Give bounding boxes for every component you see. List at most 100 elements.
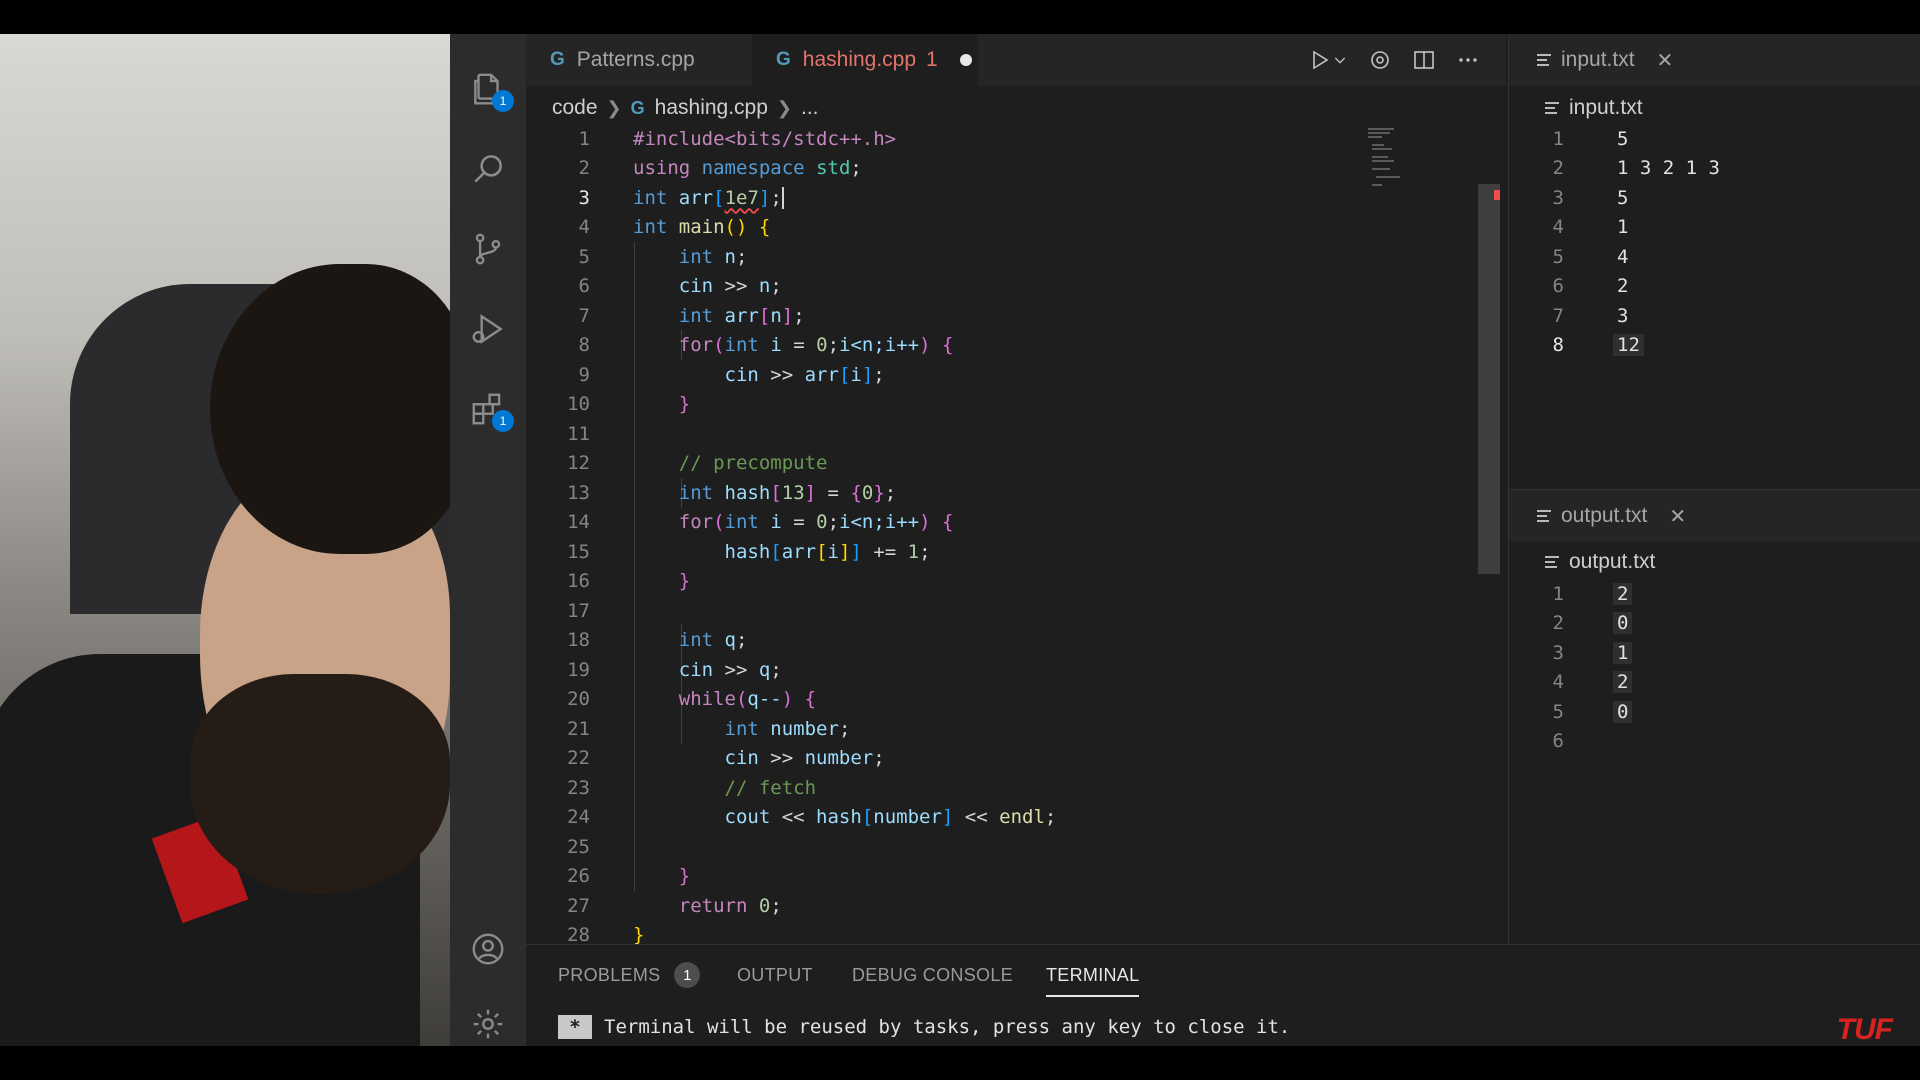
cpp-file-icon: G xyxy=(630,97,645,118)
gear-icon xyxy=(473,1009,503,1039)
bottom-panel: PROBLEMS 1 OUTPUT DEBUG CONSOLE TERMINAL… xyxy=(526,944,1920,1046)
editor-tabs: G Patterns.cpp G hashing.cpp 1 xyxy=(526,34,1506,86)
code-line: 9 cin >> arr[i]; xyxy=(578,363,885,386)
tab-output-txt[interactable]: output.txt ✕ xyxy=(1509,490,1920,542)
minimap[interactable] xyxy=(1368,124,1448,204)
explorer-badge: 1 xyxy=(492,90,514,112)
output-line: 6 xyxy=(1552,730,1564,753)
code-line: 5 int n; xyxy=(578,245,748,268)
cpp-file-icon: G xyxy=(776,49,791,70)
run-button[interactable] xyxy=(1306,46,1334,74)
tab-patterns-cpp[interactable]: G Patterns.cpp xyxy=(526,34,750,86)
account-icon xyxy=(472,933,504,965)
breadcrumb-folder[interactable]: code xyxy=(552,96,598,120)
code-line: 15 hash[arr[i]] += 1; xyxy=(567,540,931,563)
breadcrumb-file: output.txt xyxy=(1569,550,1656,573)
code-line: 7 int arr[n]; xyxy=(578,304,805,327)
code-line: 24 cout << hash[number] << endl; xyxy=(567,806,1057,829)
run-debug-icon xyxy=(472,314,503,344)
code-line: 4 int main() { xyxy=(578,216,771,239)
settings-button[interactable] xyxy=(1366,46,1394,74)
code-line: 18 int q; xyxy=(567,629,748,652)
code-line: 20 while(q--) { xyxy=(567,688,817,711)
close-icon[interactable]: ✕ xyxy=(1657,48,1674,73)
code-line: 12 // precompute xyxy=(567,452,828,475)
webcam-feed xyxy=(0,34,450,1046)
editor-group: G Patterns.cpp G hashing.cpp 1 code ❯ G … xyxy=(526,34,1506,947)
manage-button[interactable] xyxy=(450,989,526,1046)
input-line: 41 xyxy=(1552,216,1629,239)
code-line: 11 xyxy=(567,422,590,445)
extensions-badge: 1 xyxy=(492,410,514,432)
search-icon xyxy=(474,155,502,183)
code-line: 27 return 0; xyxy=(567,894,782,917)
tab-problems[interactable]: PROBLEMS 1 xyxy=(558,945,701,1005)
terminal-output[interactable]: * Terminal will be reused by tasks, pres… xyxy=(558,1015,1290,1039)
output-breadcrumb[interactable]: output.txt xyxy=(1545,546,1655,578)
explorer-button[interactable]: 1 xyxy=(450,54,526,124)
tab-output[interactable]: OUTPUT xyxy=(737,945,813,1005)
input-line: 15 xyxy=(1552,127,1629,150)
run-debug-button[interactable] xyxy=(450,294,526,364)
extensions-button[interactable]: 1 xyxy=(450,374,526,444)
text-file-icon xyxy=(1545,102,1559,114)
tuf-logo: TUF xyxy=(1836,1013,1893,1046)
code-line: 16 } xyxy=(567,570,691,593)
ellipsis-icon xyxy=(1459,58,1477,62)
tab-label: input.txt xyxy=(1561,48,1635,71)
accounts-button[interactable] xyxy=(450,914,526,984)
breadcrumb-file[interactable]: hashing.cpp xyxy=(655,96,768,120)
tab-label: TERMINAL xyxy=(1046,964,1140,985)
code-editor[interactable]: 1 #include<bits/stdc++.h> 2 using namesp… xyxy=(526,124,1406,947)
cpp-file-icon: G xyxy=(550,49,565,70)
tab-debug-console[interactable]: DEBUG CONSOLE xyxy=(852,945,1013,1005)
close-icon[interactable]: ✕ xyxy=(1669,504,1686,529)
unsaved-dot-icon[interactable] xyxy=(959,54,972,66)
code-line: 3 int arr[1e7]; xyxy=(578,186,784,209)
tab-hashing-cpp[interactable]: G hashing.cpp 1 xyxy=(752,34,978,86)
input-line: 21 3 2 1 3 xyxy=(1552,157,1720,180)
code-line: 8 for(int i = 0;i<n;i++) { xyxy=(578,334,954,357)
code-line: 1 #include<bits/stdc++.h> xyxy=(578,127,897,150)
input-line: 73 xyxy=(1552,304,1629,327)
input-line: 54 xyxy=(1552,245,1629,268)
breadcrumb-file: input.txt xyxy=(1569,96,1643,119)
output-line: 12 xyxy=(1509,579,1920,609)
more-actions-button[interactable] xyxy=(1454,46,1482,74)
text-cursor xyxy=(781,187,784,209)
code-line: 26 } xyxy=(567,865,691,888)
breadcrumb: code ❯ G hashing.cpp ❯ ... xyxy=(552,92,819,124)
chevron-right-icon: ❯ xyxy=(606,97,622,118)
code-line: 13 int hash[13] = {0}; xyxy=(567,481,897,504)
output-line: 42 xyxy=(1509,668,1920,698)
tab-label: hashing.cpp xyxy=(802,48,917,71)
input-line: 62 xyxy=(1552,275,1629,298)
terminal-message: Terminal will be reused by tasks, press … xyxy=(604,1016,1291,1038)
code-line: 6 cin >> n; xyxy=(578,275,782,298)
input-breadcrumb[interactable]: input.txt xyxy=(1545,92,1643,124)
output-line: 50 xyxy=(1509,697,1920,727)
vertical-scrollbar[interactable] xyxy=(1478,184,1500,574)
search-button[interactable] xyxy=(450,134,526,204)
run-options-button[interactable] xyxy=(1332,46,1348,74)
code-line: 23 // fetch xyxy=(567,776,817,799)
gear-icon xyxy=(1371,51,1389,69)
code-line: 25 xyxy=(567,835,590,858)
code-line: 17 xyxy=(567,599,590,622)
split-editor-button[interactable] xyxy=(1410,46,1438,74)
source-control-button[interactable] xyxy=(450,214,526,284)
problems-count-badge: 1 xyxy=(674,962,701,988)
text-file-icon xyxy=(1537,510,1551,522)
activity-bar: 1 1 xyxy=(450,34,526,1046)
breadcrumb-symbol[interactable]: ... xyxy=(801,96,819,120)
tab-terminal[interactable]: TERMINAL xyxy=(1046,945,1140,1005)
code-line: 22 cin >> number; xyxy=(567,747,885,770)
play-icon xyxy=(1313,50,1329,70)
text-file-icon xyxy=(1537,54,1551,66)
code-line: 19 cin >> q; xyxy=(567,658,782,681)
tab-input-txt[interactable]: input.txt ✕ xyxy=(1509,34,1920,86)
output-line: 31 xyxy=(1509,638,1920,668)
tab-label: DEBUG CONSOLE xyxy=(852,964,1013,985)
tab-problem-count: 1 xyxy=(926,48,938,71)
code-line: 2 using namespace std; xyxy=(578,157,862,180)
